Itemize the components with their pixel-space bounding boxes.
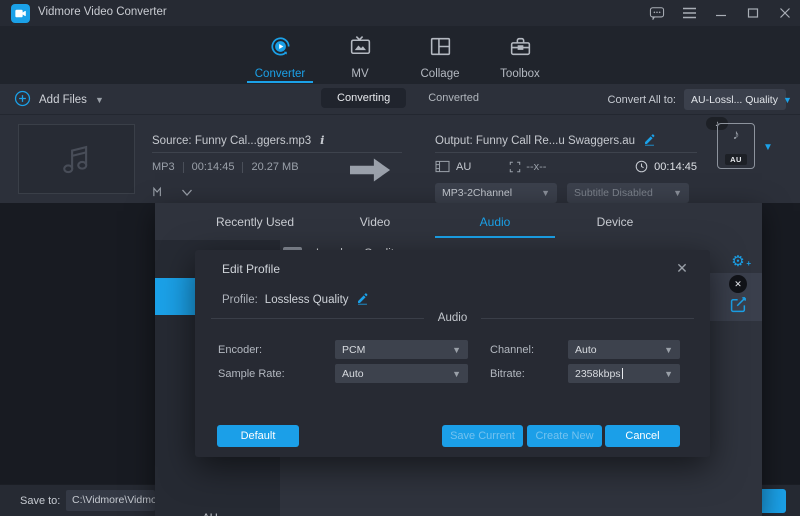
expand-row-icon[interactable] xyxy=(181,185,193,203)
sample-rate-dropdown[interactable]: Auto ▼ xyxy=(335,364,468,383)
edit-profile-icon[interactable] xyxy=(730,296,747,318)
titlebar: Vidmore Video Converter xyxy=(0,0,800,26)
convert-all-label: Convert All to: xyxy=(608,94,676,106)
chevron-down-icon: ▼ xyxy=(664,345,673,355)
tab-device[interactable]: Device xyxy=(555,203,675,240)
info-icon[interactable]: i xyxy=(320,133,324,147)
mv-icon xyxy=(348,34,373,64)
profile-select-caret-icon[interactable]: ▼ xyxy=(763,142,773,153)
format-badge: AU xyxy=(725,154,747,165)
bitrate-label: Bitrate: xyxy=(490,368,525,380)
tab-audio[interactable]: Audio xyxy=(435,203,555,240)
section-title: Audio xyxy=(211,312,694,324)
source-title: Source: Funny Cal...ggers.mp3 xyxy=(152,135,311,147)
converter-icon xyxy=(268,34,293,64)
nav-tab-mv[interactable]: MV xyxy=(320,26,400,84)
tab-converted[interactable]: Converted xyxy=(428,92,479,104)
bitrate-combobox[interactable]: 2358kbps ▼ xyxy=(568,364,680,383)
subtitle-dropdown[interactable]: Subtitle Disabled ▼ xyxy=(567,183,689,203)
default-button[interactable]: Default xyxy=(217,425,299,447)
source-format: MP3 xyxy=(152,161,175,173)
nav-tab-collage[interactable]: Collage xyxy=(400,26,480,84)
encoder-value: PCM xyxy=(342,344,365,356)
tab-recently-used[interactable]: Recently Used xyxy=(195,203,315,240)
trim-icon[interactable] xyxy=(152,185,165,203)
nav-tab-label: MV xyxy=(351,68,368,80)
gear-plus-icon[interactable]: ⚙+ xyxy=(727,253,749,273)
output-resolution: --x-- xyxy=(526,161,546,173)
audio-track-value: MP3-2Channel xyxy=(442,187,512,199)
save-path-input[interactable]: C:\Vidmore\Vidmore xyxy=(66,490,155,511)
tab-converting[interactable]: Converting xyxy=(321,88,406,108)
convert-all-value: AU-Lossl... Quality xyxy=(691,94,778,106)
create-new-button[interactable]: Create New xyxy=(527,425,602,447)
nav-tab-label: Collage xyxy=(421,68,460,80)
bitrate-value: 2358kbps xyxy=(575,368,621,380)
main-nav: Converter MV Collage Toolbox xyxy=(0,26,800,84)
clock-icon xyxy=(635,160,648,173)
source-meta: MP3 00:14:45 20.27 MB xyxy=(152,161,299,173)
music-note-icon xyxy=(56,138,98,180)
app-title: Vidmore Video Converter xyxy=(38,6,167,18)
output-format-icon[interactable]: ♪ AU xyxy=(717,123,755,169)
source-duration: 00:14:45 xyxy=(192,161,235,173)
music-note-icon: ♪ xyxy=(733,128,740,140)
chevron-down-icon: ▼ xyxy=(783,95,792,105)
source-size: 20.27 MB xyxy=(251,161,298,173)
edit-profile-dialog: Edit Profile ✕ Profile: Lossless Quality… xyxy=(195,250,710,457)
collage-icon xyxy=(428,34,453,64)
channel-label: Channel: xyxy=(490,344,534,356)
dialog-title: Edit Profile xyxy=(222,262,280,276)
text-cursor xyxy=(622,368,623,379)
nav-tab-converter[interactable]: Converter xyxy=(240,26,320,84)
output-duration: 00:14:45 xyxy=(654,161,697,173)
channel-value: Auto xyxy=(575,344,597,356)
channel-dropdown[interactable]: Auto ▼ xyxy=(568,340,680,359)
app-logo-icon xyxy=(11,4,30,23)
close-button[interactable] xyxy=(776,4,794,22)
profile-label: Profile: xyxy=(222,294,258,306)
close-badge-icon[interactable]: ✕ xyxy=(729,275,747,293)
output-format: AU xyxy=(456,161,471,173)
encoder-label: Encoder: xyxy=(218,344,262,356)
file-row: Source: Funny Cal...ggers.mp3 i MP3 00:14… xyxy=(0,115,800,203)
cancel-button[interactable]: Cancel xyxy=(605,425,680,447)
tab-video[interactable]: Video xyxy=(315,203,435,240)
nav-tab-label: Converter xyxy=(255,68,306,80)
chevron-down-icon: ▼ xyxy=(664,369,673,379)
dialog-close-icon[interactable]: ✕ xyxy=(672,258,692,278)
audio-thumbnail xyxy=(18,124,135,194)
transfer-arrow-icon xyxy=(350,155,392,190)
sample-rate-label: Sample Rate: xyxy=(218,368,285,380)
nav-tab-label: Toolbox xyxy=(500,68,540,80)
chevron-down-icon: ▼ xyxy=(541,188,550,198)
save-current-button[interactable]: Save Current xyxy=(442,425,523,447)
encoder-dropdown[interactable]: PCM ▼ xyxy=(335,340,468,359)
audio-track-dropdown[interactable]: MP3-2Channel ▼ xyxy=(435,183,557,203)
chevron-down-icon: ▼ xyxy=(452,345,461,355)
toolbar: Add Files ▼ Converting Converted Convert… xyxy=(0,84,800,115)
resolution-icon xyxy=(509,161,521,173)
nav-tab-toolbox[interactable]: Toolbox xyxy=(480,26,560,84)
menu-icon[interactable] xyxy=(680,4,698,22)
rename-profile-icon[interactable] xyxy=(356,292,369,308)
feedback-icon[interactable] xyxy=(648,4,666,22)
sample-rate-value: Auto xyxy=(342,368,364,380)
output-title: Output: Funny Call Re...u Swaggers.au xyxy=(435,135,635,147)
profile-value: Lossless Quality xyxy=(265,294,349,306)
format-group-label: AU xyxy=(155,512,265,516)
maximize-button[interactable] xyxy=(744,4,762,22)
app-window: Vidmore Video Converter xyxy=(0,0,800,516)
toolbox-icon xyxy=(508,34,533,64)
convert-all-dropdown[interactable]: AU-Lossl... Quality ▼ xyxy=(684,89,786,110)
format-icon xyxy=(435,160,450,173)
rename-output-icon[interactable] xyxy=(643,133,656,149)
subtitle-value: Subtitle Disabled xyxy=(574,187,653,199)
chevron-down-icon: ▼ xyxy=(452,369,461,379)
minimize-button[interactable] xyxy=(712,4,730,22)
save-to-label: Save to: xyxy=(20,495,60,507)
chevron-down-icon: ▼ xyxy=(673,188,682,198)
